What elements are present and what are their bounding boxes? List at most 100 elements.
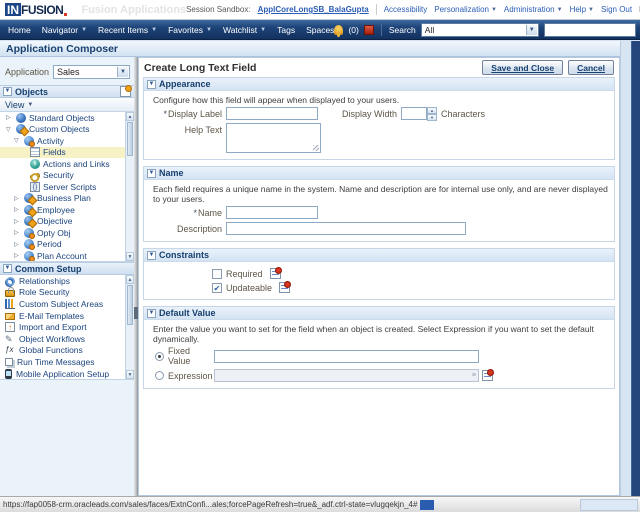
description-input[interactable]	[226, 222, 466, 235]
updateable-checkbox-label: Updateable	[226, 282, 273, 293]
tree-item-server-scripts[interactable]: Server Scripts	[0, 181, 134, 193]
page-scrollbar-track[interactable]	[620, 41, 631, 496]
fixed-value-input[interactable]	[214, 349, 479, 363]
scroll-up-icon[interactable]: ▲	[126, 112, 134, 121]
tree-item-business-plan[interactable]: ▷ Business Plan	[0, 193, 134, 205]
updateable-checkbox[interactable]	[212, 282, 222, 293]
tree-item-fields[interactable]: Fields	[0, 146, 134, 158]
list-item-import-and-export[interactable]: Import and Export	[0, 321, 134, 333]
collapse-icon[interactable]: ▼	[3, 264, 12, 273]
collapse-icon[interactable]: ▼	[3, 87, 12, 96]
spin-up-icon[interactable]: ▲	[427, 107, 438, 114]
calendar-icon[interactable]	[363, 24, 374, 35]
name-input[interactable]	[226, 206, 318, 219]
session-sandbox-link[interactable]: ApplCoreLongSB_BalaGupta	[258, 5, 369, 14]
search-input[interactable]	[543, 22, 636, 37]
tree-item-actions-and-links[interactable]: Actions and Links	[0, 158, 134, 170]
tree-scrollbar[interactable]: ▲ ▼	[125, 112, 134, 261]
appearance-section-header[interactable]: ▼ Appearance	[144, 78, 614, 91]
list-item-global-functions[interactable]: Global Functions	[0, 345, 134, 357]
collapse-icon[interactable]: ▼	[147, 250, 156, 260]
display-width-stepper[interactable]: ▲ ▼	[401, 107, 438, 121]
tree-item-objective[interactable]: ▷ Objective	[0, 216, 134, 228]
tree-item-security[interactable]: Security	[0, 170, 134, 182]
collapse-icon[interactable]: ▼	[147, 79, 156, 89]
application-select[interactable]: Sales ▼	[53, 65, 130, 79]
list-item-role-security[interactable]: Role Security	[0, 286, 134, 299]
tree-item-period[interactable]: ▷ Period	[0, 239, 134, 251]
default-value-section-header[interactable]: ▼ Default Value	[144, 307, 614, 320]
tree-item-standard-objects[interactable]: ▷ Standard Objects	[0, 112, 134, 124]
nav-home-label: Home	[8, 24, 31, 35]
view-menu[interactable]: View ▼	[0, 98, 134, 112]
expression-builder-icon[interactable]	[482, 369, 494, 381]
expand-icon[interactable]: ▷	[14, 229, 21, 236]
objects-header-label: Objects	[15, 86, 49, 97]
expand-icon[interactable]: ▷	[14, 206, 21, 213]
nav-home[interactable]: Home	[8, 25, 31, 35]
expand-icon[interactable]: ▷	[14, 218, 21, 225]
collapse-icon[interactable]: ▽	[6, 126, 13, 133]
resize-grip-icon[interactable]	[313, 145, 319, 151]
expand-icon[interactable]: ▷	[6, 114, 13, 121]
search-scope-select[interactable]: All ▼	[420, 22, 539, 37]
tree-item-employee[interactable]: ▷ Employee	[0, 204, 134, 216]
expand-icon[interactable]: ▷	[14, 241, 21, 248]
nav-spaces[interactable]: Spaces	[306, 25, 334, 35]
tree-item-activity[interactable]: ▽ Activity	[0, 135, 134, 147]
help-menu[interactable]: Help ▼	[570, 5, 594, 14]
fixed-value-radio[interactable]	[155, 351, 164, 361]
display-label-input[interactable]	[226, 107, 318, 120]
sign-out-link[interactable]: Sign Out	[601, 5, 632, 14]
collapse-icon[interactable]: ▼	[147, 168, 156, 178]
scroll-up-icon[interactable]: ▲	[126, 275, 134, 284]
expression-input-disabled: ≡	[214, 369, 479, 382]
infusion-logo: IN FUSION	[5, 3, 68, 16]
required-checkbox[interactable]	[212, 268, 222, 279]
scroll-down-icon[interactable]: ▼	[126, 370, 134, 379]
collapse-icon[interactable]: ▽	[14, 137, 21, 144]
tree-item-opty-obj[interactable]: ▷ Opty Obj	[0, 227, 134, 239]
tree-item-plan-team[interactable]: ▷Plan Team	[0, 262, 134, 263]
nav-recent-items[interactable]: Recent Items ▼	[98, 25, 157, 35]
nav-favorites[interactable]: Favorites ▼	[168, 25, 212, 35]
nav-tags[interactable]: Tags	[277, 25, 295, 35]
cancel-button[interactable]: Cancel	[568, 60, 614, 75]
administration-menu[interactable]: Administration ▼	[504, 5, 563, 14]
scroll-down-icon[interactable]: ▼	[126, 252, 134, 261]
constraints-section-header[interactable]: ▼ Constraints	[144, 249, 614, 262]
expand-icon[interactable]: ▷	[14, 195, 21, 202]
expression-radio[interactable]	[155, 371, 164, 380]
scroll-thumb[interactable]	[127, 285, 133, 325]
nav-watchlist[interactable]: Watchlist ▼	[223, 25, 266, 35]
collapse-icon[interactable]: ▼	[147, 308, 156, 318]
common-setup-panel-header[interactable]: ▼ Common Setup	[0, 262, 134, 275]
default-value-title: Default Value	[159, 308, 216, 318]
expression-builder-icon[interactable]	[279, 281, 292, 293]
common-setup-scrollbar[interactable]: ▲ ▼	[125, 275, 134, 379]
save-and-close-button[interactable]: Save and Close	[482, 60, 564, 75]
help-text-textarea[interactable]	[226, 123, 321, 153]
name-section-header[interactable]: ▼ Name	[144, 167, 614, 180]
personalization-label: Personalization	[434, 5, 489, 14]
spin-down-icon[interactable]: ▼	[427, 114, 438, 121]
objects-panel-header[interactable]: ▼ Objects	[0, 85, 134, 98]
scroll-thumb[interactable]	[127, 122, 133, 156]
list-item-email-templates[interactable]: E-Mail Templates	[0, 310, 134, 322]
nav-navigator[interactable]: Navigator ▼	[42, 25, 87, 35]
list-item-mobile-application-setup[interactable]: Mobile Application Setup	[0, 368, 134, 379]
tree-item-custom-objects[interactable]: ▽ Custom Objects	[0, 124, 134, 136]
personalization-menu[interactable]: Personalization ▼	[434, 5, 497, 14]
accessibility-link[interactable]: Accessibility	[384, 5, 428, 14]
list-item-object-workflows[interactable]: Object Workflows	[0, 333, 134, 345]
page-scrollbar-thumb[interactable]	[631, 41, 640, 496]
notifications-bell-icon[interactable]	[334, 24, 344, 37]
list-item-custom-subject-areas[interactable]: Custom Subject Areas	[0, 298, 134, 310]
tree-item-plan-account[interactable]: ▷ Plan Account	[0, 250, 134, 261]
list-item-run-time-messages[interactable]: Run Time Messages	[0, 356, 134, 368]
new-object-icon[interactable]	[120, 85, 132, 97]
list-item-relationships[interactable]: Relationships	[0, 275, 134, 287]
expression-builder-icon[interactable]	[269, 267, 282, 279]
display-width-input[interactable]	[401, 107, 428, 120]
expand-icon[interactable]: ▷	[14, 252, 21, 259]
